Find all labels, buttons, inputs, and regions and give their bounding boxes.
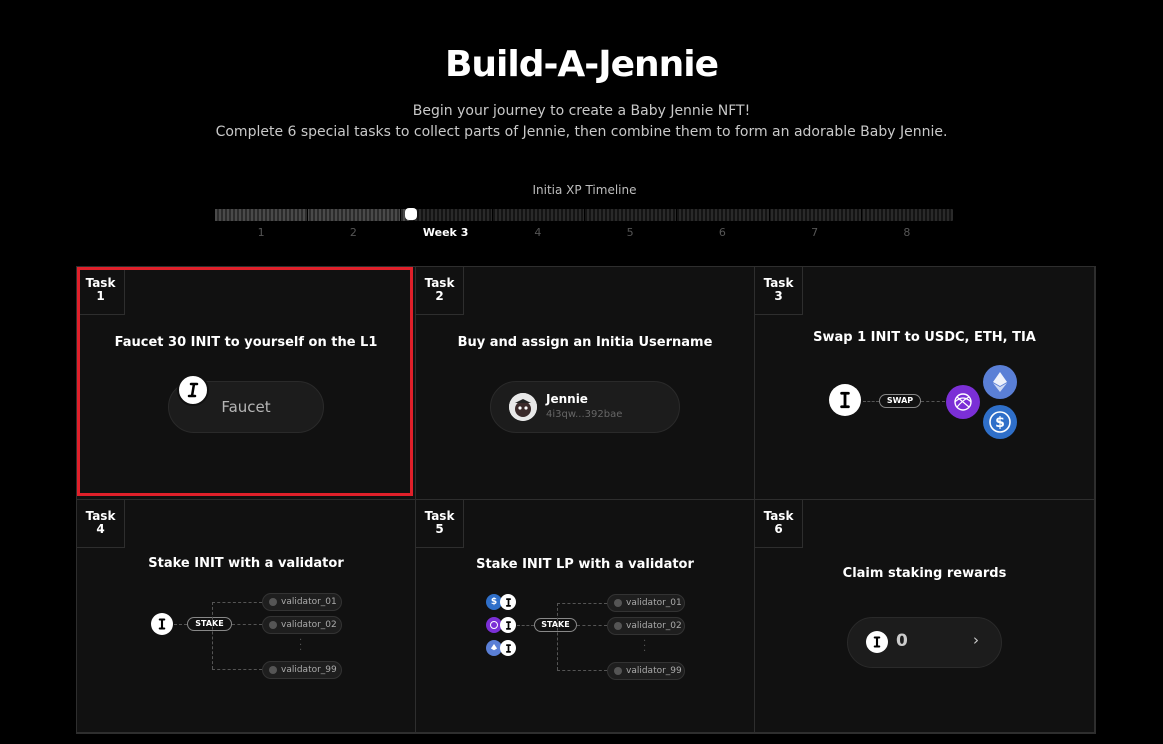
validator-status-dot [614, 667, 622, 675]
validator-pill[interactable]: validator_99 [262, 661, 342, 679]
stake-connector [557, 603, 558, 670]
timeline-week-2[interactable]: 2 [323, 226, 383, 239]
validator-pill[interactable]: validator_02 [262, 616, 342, 634]
task-tag: Task 5 [416, 500, 464, 548]
timeline-week-4[interactable]: 4 [508, 226, 568, 239]
timeline-progress-fill [215, 209, 411, 221]
validator-pill[interactable]: validator_01 [262, 593, 342, 611]
task-card-6[interactable]: Task 6 Claim staking rewards 0 › [755, 500, 1095, 733]
task-tag-number: 6 [774, 522, 783, 536]
validator-name: validator_99 [281, 665, 337, 675]
init-bone-icon [151, 613, 173, 635]
validator-status-dot [269, 621, 277, 629]
task-tag: Task 6 [755, 500, 803, 548]
task-tag-number: 2 [435, 289, 444, 303]
stake-connector [232, 624, 262, 625]
validator-status-dot [614, 622, 622, 630]
task-title: Claim staking rewards [842, 566, 1007, 581]
task-tag: Task 4 [77, 500, 125, 548]
timeline-divider [307, 209, 309, 221]
timeline-week-1[interactable]: 1 [231, 226, 291, 239]
timeline-week-5[interactable]: 5 [600, 226, 660, 239]
claim-rewards-button[interactable]: 0 › [847, 617, 1002, 668]
task-card-4[interactable]: Task 4 Stake INIT with a validator STAKE… [77, 500, 416, 733]
rewards-amount: 0 [896, 631, 908, 651]
validator-pill[interactable]: validator_01 [607, 594, 685, 612]
timeline-divider [491, 209, 493, 221]
page-subtitle: Begin your journey to create a Baby Jenn… [0, 101, 1163, 143]
task-tag: Task 3 [755, 267, 803, 315]
svg-text:$: $ [995, 415, 1005, 431]
ellipsis-vertical-icon: · · · [643, 636, 647, 657]
timeline-divider [860, 209, 862, 221]
stake-connector [577, 625, 607, 626]
timeline-week-7[interactable]: 7 [785, 226, 845, 239]
init-bone-icon [500, 594, 516, 610]
validator-name: validator_02 [626, 621, 682, 631]
validator-name: validator_01 [281, 597, 337, 607]
page-title: Build-A-Jennie [444, 44, 719, 85]
validator-name: validator_99 [626, 666, 682, 676]
username-address: 4i3qw...392bae [546, 409, 623, 420]
task-title: Swap 1 INIT to USDC, ETH, TIA [813, 330, 1036, 345]
stake-badge: STAKE [187, 617, 232, 631]
validator-status-dot [269, 598, 277, 606]
subtitle-line-1: Begin your journey to create a Baby Jenn… [412, 103, 751, 119]
task-title: Stake INIT with a validator [148, 556, 344, 571]
stake-connector [517, 625, 534, 626]
tia-icon [946, 385, 980, 419]
timeline-week-3[interactable]: Week 3 [416, 226, 476, 239]
validator-status-dot [269, 666, 277, 674]
stake-connector [557, 670, 607, 671]
eth-icon [983, 365, 1017, 399]
stake-connector [212, 669, 262, 670]
task-tag: Task 2 [416, 267, 464, 315]
timeline-week-8[interactable]: 8 [877, 226, 937, 239]
swap-connector [921, 401, 945, 402]
timeline-divider [399, 209, 401, 221]
timeline-divider [676, 209, 678, 221]
task-card-2[interactable]: Task 2 Buy and assign an Initia Username… [416, 267, 755, 500]
validator-pill[interactable]: validator_02 [607, 617, 685, 635]
task-title: Stake INIT LP with a validator [476, 557, 694, 572]
validator-pill[interactable]: validator_99 [607, 662, 685, 680]
stake-connector [174, 624, 187, 625]
task-tag-number: 3 [774, 289, 783, 303]
swap-connector [863, 401, 879, 402]
stake-connector [557, 603, 607, 604]
init-bone-icon [500, 617, 516, 633]
stake-connector [212, 602, 213, 669]
username-text: Jennie [546, 392, 588, 406]
validator-name: validator_02 [281, 620, 337, 630]
swap-badge: SWAP [879, 394, 921, 408]
task-title: Buy and assign an Initia Username [457, 335, 713, 350]
task-tag-number: 4 [96, 522, 105, 536]
avatar [509, 393, 537, 421]
subtitle-line-2: Complete 6 special tasks to collect part… [215, 124, 948, 140]
timeline-progress-knob[interactable] [404, 208, 417, 220]
init-bone-icon [500, 640, 516, 656]
init-bone-icon [829, 384, 861, 416]
task-tag-number: 5 [435, 522, 444, 536]
timeline-week-6[interactable]: 6 [692, 226, 752, 239]
init-bone-icon [866, 631, 888, 653]
stake-badge: STAKE [534, 618, 577, 632]
username-card[interactable]: Jennie 4i3qw...392bae [490, 381, 680, 433]
validator-status-dot [614, 599, 622, 607]
timeline-divider [584, 209, 585, 221]
usdc-icon: $ [983, 405, 1017, 439]
timeline-divider [768, 209, 770, 221]
task-1-selection-highlight [77, 267, 413, 496]
chevron-right-icon: › [973, 631, 979, 649]
task-card-3[interactable]: Task 3 Swap 1 INIT to USDC, ETH, TIA SWA… [755, 267, 1095, 500]
task-card-5[interactable]: Task 5 Stake INIT LP with a validator $ … [416, 500, 755, 733]
validator-name: validator_01 [626, 598, 682, 608]
ellipsis-vertical-icon: · · · [299, 635, 303, 656]
stake-connector [212, 602, 262, 603]
timeline-label: Initia XP Timeline [532, 183, 637, 197]
